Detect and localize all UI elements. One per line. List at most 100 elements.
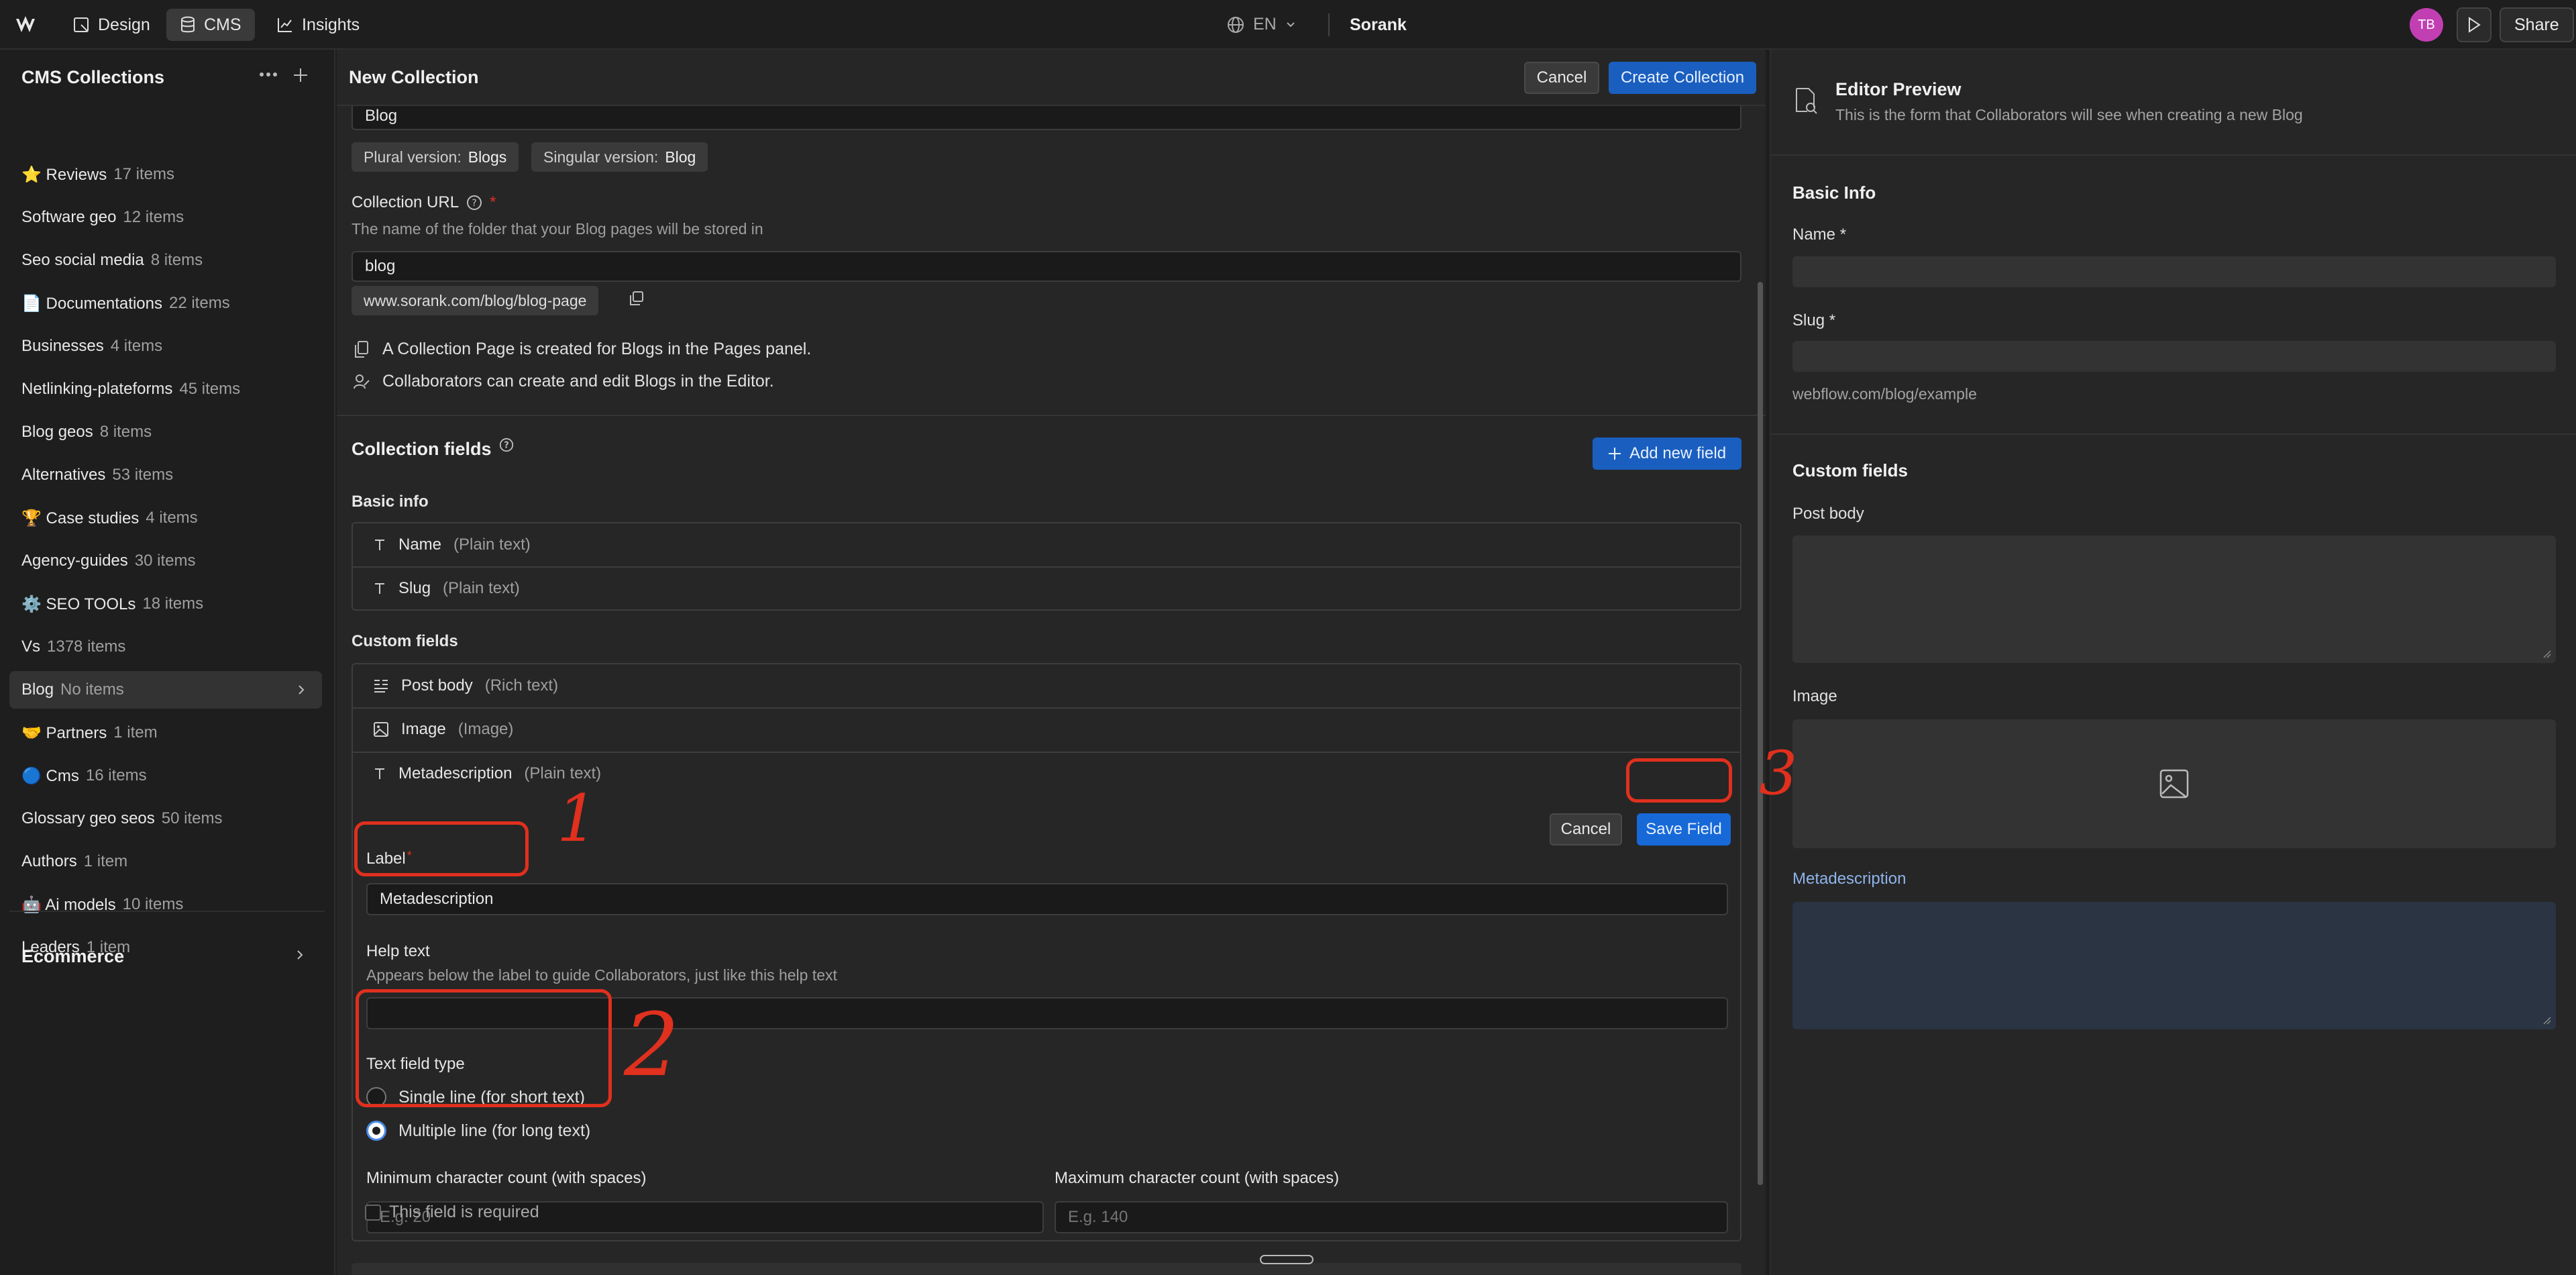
max-char-input[interactable]	[1055, 1201, 1728, 1233]
field-row-image[interactable]: Image (Image)	[353, 707, 1740, 750]
preview-image-dropzone[interactable]	[1792, 719, 2556, 848]
avatar[interactable]: TB	[2410, 8, 2443, 42]
preview-divider	[1771, 154, 2576, 156]
required-checkbox[interactable]	[365, 1204, 381, 1221]
field-name: Name	[398, 536, 442, 554]
sidebar-item-collection[interactable]: Businesses 4 items	[9, 327, 322, 365]
sidebar-item-collection[interactable]: 📄 Documentations 22 items	[9, 285, 322, 322]
sidebar-item-collection[interactable]: Agency-guides 30 items	[9, 542, 322, 580]
tab-cms-label: CMS	[204, 15, 241, 34]
radio-multiple-line-control[interactable]	[366, 1121, 386, 1141]
resize-corner-icon[interactable]	[2542, 1016, 2552, 1025]
sidebar-item-collection[interactable]: Authors 1 item	[9, 843, 322, 880]
sidebar-item-collection[interactable]: Glossary geo seos 50 items	[9, 800, 322, 837]
collection-name: Vs	[21, 638, 41, 656]
resize-handle[interactable]	[1260, 1255, 1313, 1264]
sidebar-item-collection[interactable]: Seo social media 8 items	[9, 242, 322, 279]
collection-name-input[interactable]: Blog	[352, 102, 1741, 130]
custom-fields-list: Post body (Rich text) Image (Image) Meta…	[352, 663, 1741, 1241]
language-selector[interactable]: EN	[1226, 15, 1297, 34]
field-row-name[interactable]: Name (Plain text)	[353, 523, 1740, 566]
collection-count: 16 items	[85, 766, 147, 784]
webflow-logo-icon[interactable]	[15, 15, 42, 35]
sidebar-item-collection[interactable]: 🤖 Ai models 10 items	[9, 886, 322, 923]
collection-name: Businesses	[21, 337, 104, 355]
preview-basic-info-title: Basic Info	[1792, 183, 1876, 203]
tab-cms[interactable]: CMS	[166, 9, 255, 41]
sidebar-item-collection[interactable]: 🏆 Case studies 4 items	[9, 499, 322, 537]
sidebar-item-collection[interactable]: Blog No items	[9, 671, 322, 709]
collection-name: Software geo	[21, 208, 117, 226]
help-text-sub: Appears below the label to guide Collabo…	[366, 966, 837, 984]
cancel-collection-button[interactable]: Cancel	[1524, 62, 1599, 94]
label-input[interactable]: Metadescription	[366, 883, 1728, 915]
field-row-slug[interactable]: Slug (Plain text)	[353, 566, 1740, 609]
create-collection-button[interactable]: Create Collection	[1609, 62, 1756, 94]
preview-play-button[interactable]	[2457, 7, 2491, 42]
preview-post-body-label: Post body	[1792, 505, 1864, 523]
annotation-box-label	[354, 821, 529, 876]
copy-icon[interactable]	[628, 290, 645, 307]
preview-metadescription-label: Metadescription	[1792, 870, 1907, 888]
radio-multiple-line[interactable]: Multiple line (for long text)	[366, 1121, 590, 1141]
collection-count: 8 items	[99, 423, 152, 441]
basic-info-label: Basic info	[352, 493, 429, 511]
help-circle-icon[interactable]: ?	[466, 194, 483, 211]
preview-slug-input[interactable]	[1792, 341, 2556, 372]
collection-name: Alternatives	[21, 466, 106, 484]
collection-url-label: Collection URL ? *	[352, 193, 496, 212]
add-collection-icon[interactable]	[292, 67, 309, 83]
share-button[interactable]: Share	[2500, 7, 2574, 42]
preview-name-input[interactable]	[1792, 256, 2556, 287]
annotation-box-field-type	[356, 989, 612, 1107]
info-collection-page-text: A Collection Page is created for Blogs i…	[382, 340, 812, 358]
sidebar-item-collection[interactable]: Blog geos 8 items	[9, 413, 322, 451]
help-circle-icon[interactable]: ?	[498, 437, 515, 453]
annotation-number-3: 3	[1759, 738, 1798, 809]
field-name: Post body	[401, 676, 473, 695]
resize-corner-icon[interactable]	[2542, 650, 2552, 659]
sidebar-item-collection[interactable]: Alternatives 53 items	[9, 456, 322, 494]
editor-preview-title: Editor Preview	[1835, 79, 1962, 99]
annotation-box-save	[1626, 758, 1732, 803]
required-checkbox-label: This field is required	[389, 1203, 539, 1221]
text-type-icon	[373, 538, 386, 552]
tab-design[interactable]: Design	[59, 9, 164, 41]
collection-name: Blog geos	[21, 423, 93, 441]
collection-count: 12 items	[123, 208, 184, 226]
collection-count: No items	[60, 680, 124, 699]
preview-post-body-textarea[interactable]	[1792, 536, 2556, 663]
sidebar-item-collection[interactable]: Netlinking-plateforms 45 items	[9, 370, 322, 408]
ecommerce-label[interactable]: Ecommerce	[21, 946, 124, 967]
chevron-down-icon	[1285, 19, 1297, 31]
plural-version-chip: Plural version: Blogs	[352, 142, 519, 172]
sidebar-item-collection[interactable]: 🤝 Partners 1 item	[9, 714, 322, 752]
field-name: Slug	[398, 579, 431, 597]
collection-url-help: The name of the folder that your Blog pa…	[352, 220, 763, 238]
editor-preview-icon	[1794, 87, 1818, 114]
sidebar-item-collection[interactable]: ⭐ Reviews 17 items	[9, 156, 322, 193]
ecommerce-chevron-right-icon[interactable]	[294, 949, 306, 961]
tab-insights-label: Insights	[302, 15, 360, 34]
preview-image-label: Image	[1792, 687, 1837, 705]
collection-count: 22 items	[168, 294, 230, 312]
sidebar-item-collection[interactable]: ⚙️ SEO TOOLs 18 items	[9, 585, 322, 623]
top-bar: Design CMS Insights EN Sorank TB Share	[0, 0, 2576, 50]
database-icon	[180, 16, 196, 34]
annotation-number-1: 1	[557, 781, 598, 856]
required-checkbox-row[interactable]: This field is required	[365, 1203, 539, 1222]
collection-count: 30 items	[134, 552, 196, 570]
save-field-button[interactable]: Save Field	[1637, 813, 1731, 846]
center-scrollbar[interactable]	[1758, 282, 1763, 1185]
preview-divider	[1771, 434, 2576, 435]
add-new-field-button[interactable]: Add new field	[1593, 438, 1741, 470]
preview-metadescription-textarea[interactable]	[1792, 902, 2556, 1029]
field-row-post-body[interactable]: Post body (Rich text)	[353, 664, 1740, 707]
sidebar-item-collection[interactable]: 🔵 Cms 16 items	[9, 757, 322, 795]
sidebar-item-collection[interactable]: Vs 1378 items	[9, 628, 322, 666]
tab-insights[interactable]: Insights	[263, 9, 373, 41]
sidebar-item-collection[interactable]: Software geo 12 items	[9, 199, 322, 236]
collection-url-input[interactable]: blog	[352, 251, 1741, 282]
more-options-icon[interactable]	[259, 71, 278, 78]
cancel-field-button[interactable]: Cancel	[1550, 813, 1622, 846]
